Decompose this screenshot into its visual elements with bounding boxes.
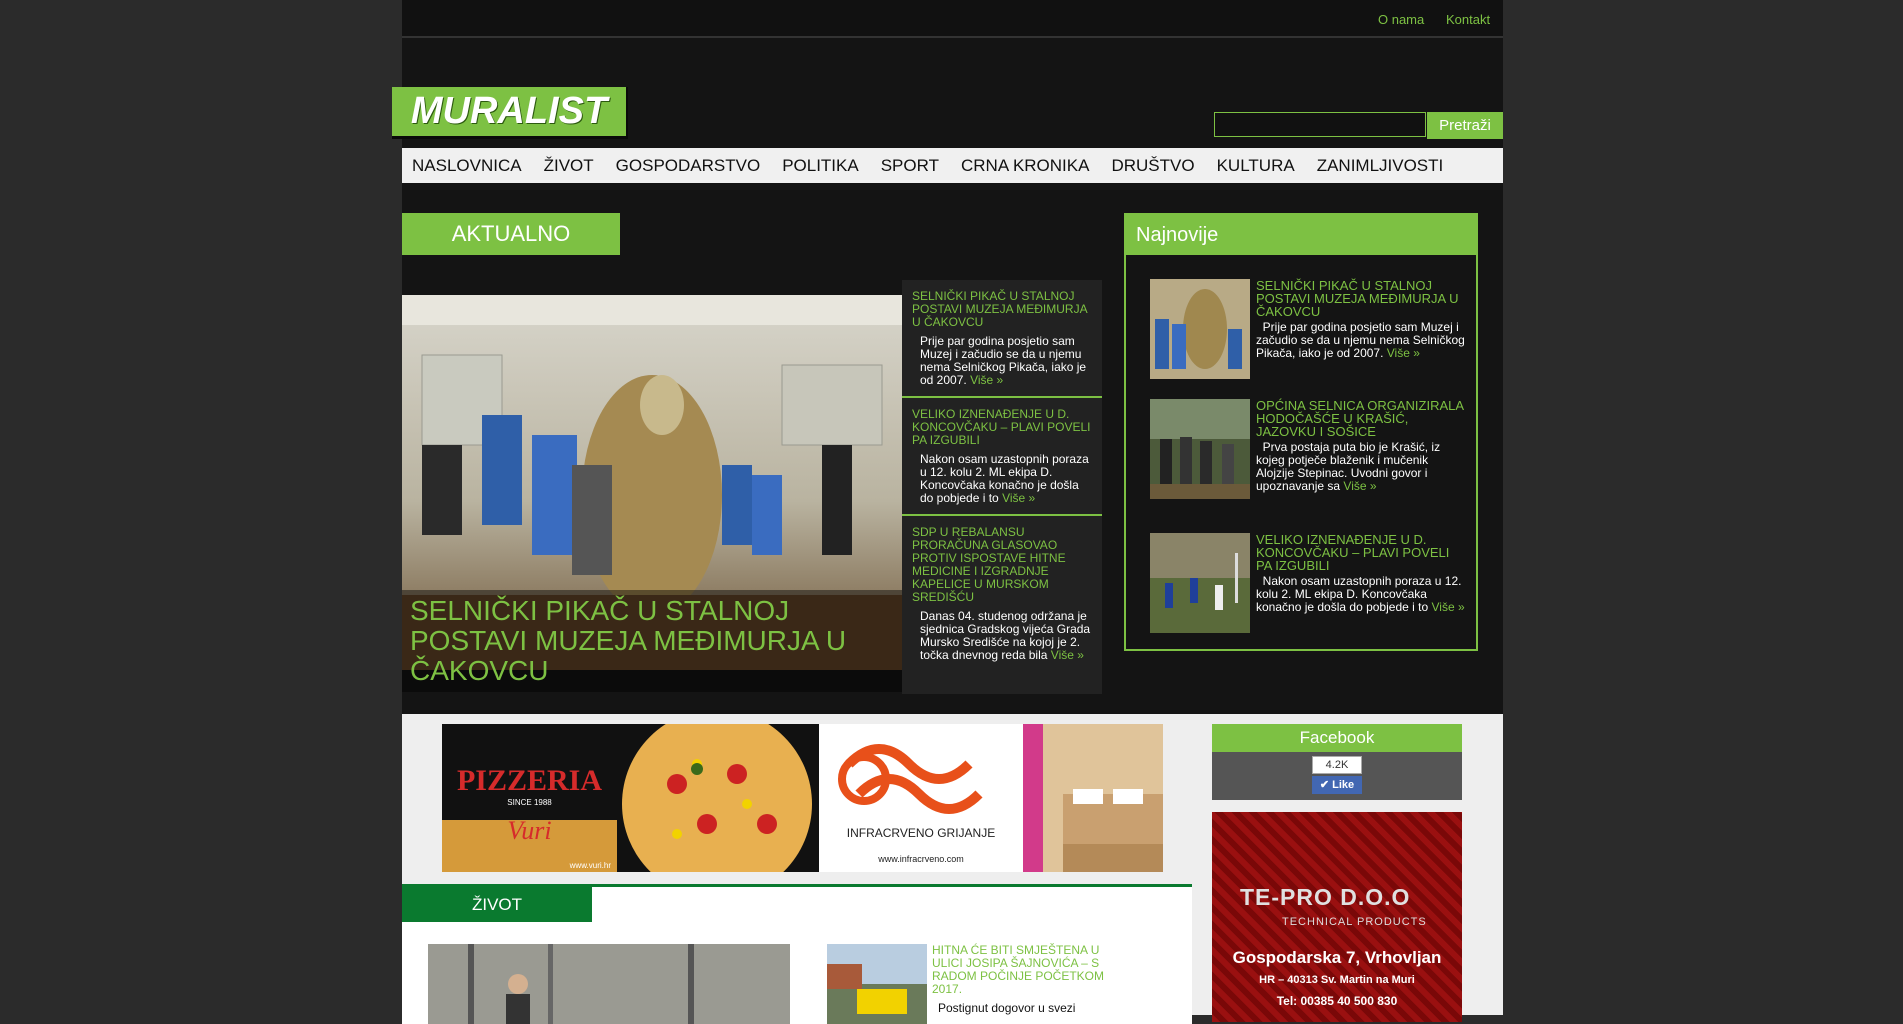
tepro-city: HR – 40313 Sv. Martin na Muri [1259,974,1415,986]
list-item[interactable]: OPĆINA SELNICA ORGANIZIRALA HODOČAŠĆE U … [1150,399,1470,499]
facebook-widget: 4.2K ✔ Like [1212,752,1462,800]
infracrveno-text: INFRACRVENO GRIJANJE [846,826,996,840]
more-link[interactable]: Više » [1051,648,1084,662]
list-item[interactable]: SELNIČKI PIKAČ U STALNOJ POSTAVI MUZEJA … [902,280,1102,398]
fb-like-button[interactable]: ✔ Like [1312,776,1362,794]
list-item-title[interactable]: SELNIČKI PIKAČ U STALNOJ POSTAVI MUZEJA … [1256,279,1466,318]
tepro-phone: Tel: 00385 40 500 830 [1276,994,1398,1008]
more-link[interactable]: Više » [1002,491,1035,505]
list-item[interactable]: VELIKO IZNENAĐENJE U D. KONCOVČAKU – PLA… [1150,533,1470,633]
list-item-title[interactable]: VELIKO IZNENAĐENJE U D. KONCOVČAKU – PLA… [912,408,1092,447]
thumbnail-image[interactable] [1150,399,1250,499]
more-link[interactable]: Više » [1343,479,1376,493]
nav-naslovnica[interactable]: NASLOVNICA [412,156,522,176]
list-item[interactable]: VELIKO IZNENAĐENJE U D. KONCOVČAKU – PLA… [902,398,1102,516]
pizzeria-name: PIZZERIA [456,764,603,797]
tepro-name: TE-PRO D.O.O [1240,884,1411,910]
thumbnail-image[interactable] [1150,279,1250,379]
search-button[interactable]: Pretraži [1427,112,1503,139]
pizzeria-url: www.vuri.hr [569,861,611,870]
aktualno-heading: AKTUALNO [402,213,620,255]
nav-zanimljivosti[interactable]: ZANIMLJIVOSTI [1317,156,1444,176]
top-bar: O nama Kontakt [402,0,1503,38]
list-item-title[interactable]: SELNIČKI PIKAČ U STALNOJ POSTAVI MUZEJA … [912,290,1092,329]
ad-banner[interactable]: PIZZERIA SINCE 1988 Vuri www.vuri.hr INF… [442,724,1163,872]
nav-kultura[interactable]: KULTURA [1217,156,1295,176]
thumbnail-image[interactable] [1150,533,1250,633]
nav-gospodarstvo[interactable]: GOSPODARSTVO [616,156,761,176]
fb-like-label: Like [1332,779,1355,791]
list-item-text: Prije par godina posjetio sam Muzej i za… [1256,320,1465,360]
search-input[interactable] [1214,112,1426,137]
list-item-text: Postignut dogovor u svezi [938,1001,1076,1015]
list-item-text: Nakon osam uzastopnih poraza u 12. kolu … [1256,574,1465,614]
list-item-title[interactable]: OPĆINA SELNICA ORGANIZIRALA HODOČAŠĆE U … [1256,399,1466,438]
zivot-section: ŽIVOT HITNA ĆE BITI SMJEŠTENA U ULICI JO… [402,884,1192,1024]
tepro-address: Gospodarska 7, Vrhovljan [1232,948,1442,967]
najnovije-panel: Najnovije SELNIČKI PIKAČ U STALNOJ POSTA… [1124,213,1478,651]
nav-zivot[interactable]: ŽIVOT [544,156,594,176]
feature-title[interactable]: SELNIČKI PIKAČ U STALNOJ POSTAVI MUZEJA … [402,590,902,692]
list-item-text: Nakon osam uzastopnih poraza u 12. kolu … [920,452,1089,505]
nav-drustvo[interactable]: DRUŠTVO [1111,156,1194,176]
list-item[interactable]: SELNIČKI PIKAČ U STALNOJ POSTAVI MUZEJA … [1150,279,1470,379]
more-link[interactable]: Više » [1431,600,1464,614]
logo-container: MURALIST [392,87,628,139]
site-logo[interactable]: MURALIST [392,87,626,136]
link-o-nama[interactable]: O nama [1378,12,1424,27]
pizza-image [617,724,819,872]
infracrveno-ad[interactable]: INFRACRVENO GRIJANJE www.infracrveno.com [819,724,1023,872]
list-item-title[interactable]: VELIKO IZNENAĐENJE U D. KONCOVČAKU – PLA… [1256,533,1466,572]
aktualno-list: SELNIČKI PIKAČ U STALNOJ POSTAVI MUZEJA … [902,280,1102,694]
tepro-ad[interactable]: TE-PRO D.O.O TECHNICAL PRODUCTS Gospodar… [1212,812,1462,1022]
thumbs-up-icon: ✔ [1319,779,1330,791]
zivot-heading: ŽIVOT [402,887,592,922]
list-item[interactable]: SDP U REBALANSU PRORAČUNA GLASOVAO PROTI… [902,516,1102,694]
pizzeria-brand: Vuri [507,816,552,845]
list-item-title[interactable]: SDP U REBALANSU PRORAČUNA GLASOVAO PROTI… [912,526,1092,604]
nav-crna-kronika[interactable]: CRNA KRONIKA [961,156,1089,176]
nav-politika[interactable]: POLITIKA [782,156,859,176]
nav-sport[interactable]: SPORT [881,156,939,176]
thumbnail-image[interactable] [827,944,927,1024]
bed-image [1023,724,1163,872]
list-item-title[interactable]: HITNA ĆE BITI SMJEŠTENA U ULICI JOSIPA Š… [932,944,1132,996]
link-kontakt[interactable]: Kontakt [1446,12,1490,27]
pizzeria-since: SINCE 1988 [507,798,552,807]
main-nav: NASLOVNICA ŽIVOT GOSPODARSTVO POLITIKA S… [402,148,1503,183]
list-item-text: Danas 04. studenog održana je sjednica G… [920,609,1091,662]
pizzeria-ad[interactable]: PIZZERIA SINCE 1988 Vuri www.vuri.hr [442,724,617,872]
page-container: O nama Kontakt MURALIST Pretraži NASLOVN… [392,0,1503,1024]
najnovije-heading: Najnovije [1126,215,1476,255]
infracrveno-url: www.infracrveno.com [878,854,964,864]
more-link[interactable]: Više » [1387,346,1420,360]
more-link[interactable]: Više » [970,373,1003,387]
facebook-heading: Facebook [1212,724,1462,752]
like-count: 4.2K [1312,756,1362,774]
tepro-sub: TECHNICAL PRODUCTS [1282,916,1427,928]
list-item-text: Prije par godina posjetio sam Muzej i za… [920,334,1087,387]
list-item-text: Prva postaja puta bio je Krašić, iz koje… [1256,440,1441,493]
zivot-feature-image[interactable] [428,944,790,1024]
lower-area: PIZZERIA SINCE 1988 Vuri www.vuri.hr INF… [402,714,1503,1024]
